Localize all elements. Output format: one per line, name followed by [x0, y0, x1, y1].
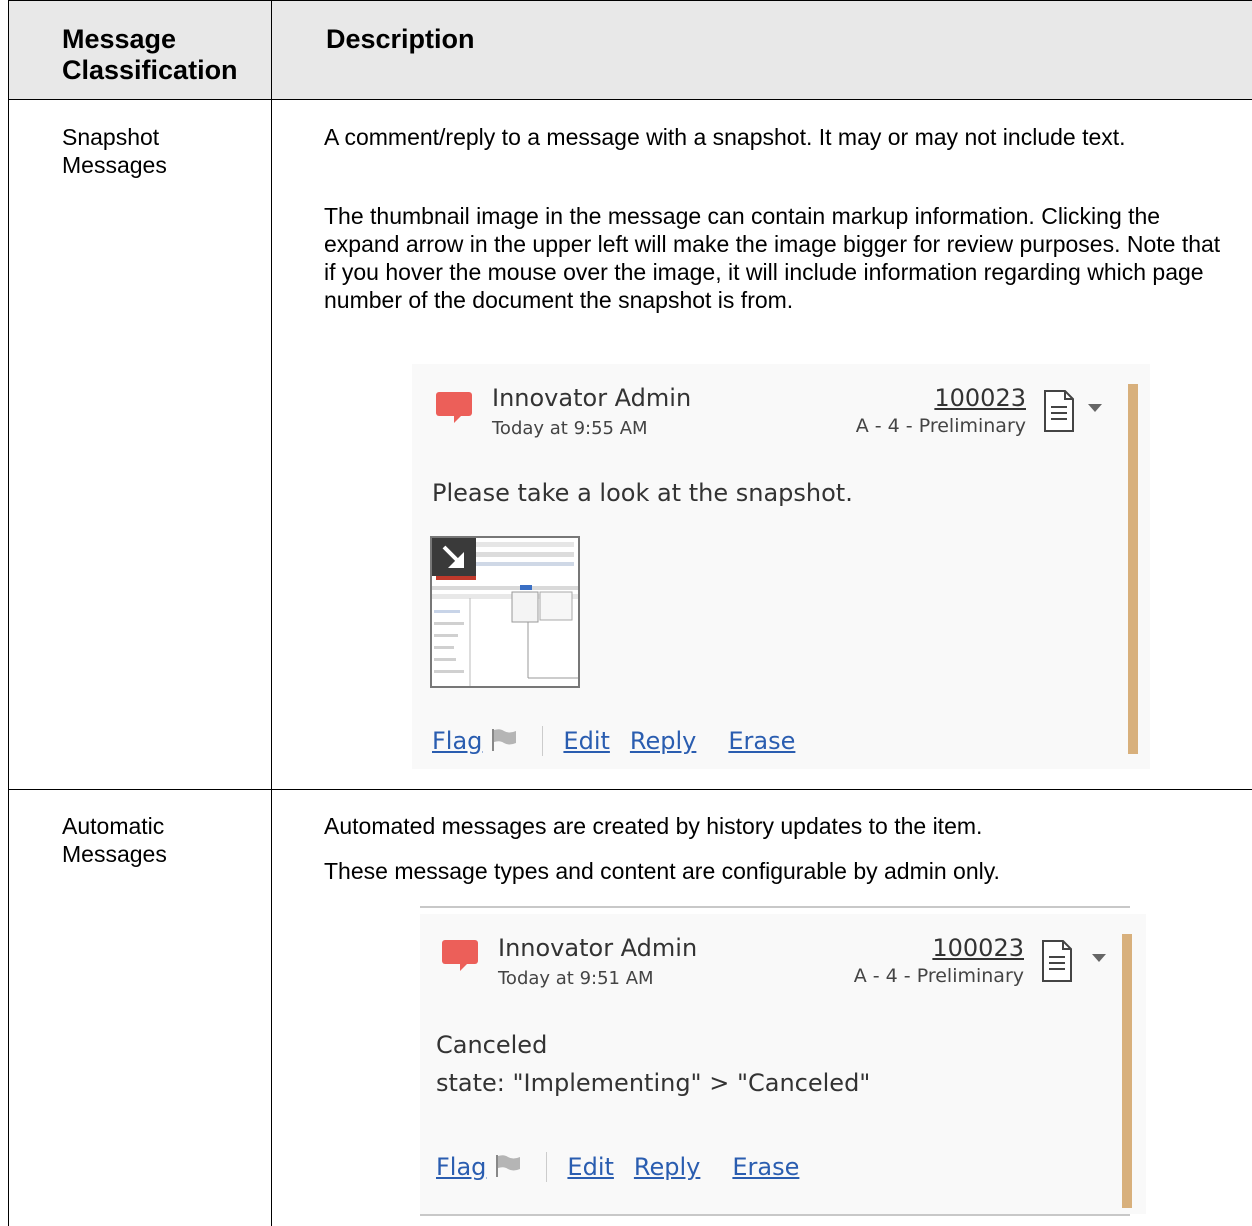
dropdown-arrow-icon[interactable] [1092, 954, 1106, 962]
document-icon[interactable] [1042, 389, 1076, 433]
edit-link[interactable]: Edit [567, 1153, 613, 1181]
erase-link[interactable]: Erase [728, 727, 795, 755]
item-revision: A - 4 - Preliminary [855, 415, 1026, 437]
table-border-top [8, 0, 1252, 1]
automatic-message-card: Innovator Admin Today at 9:51 AM 100023 … [420, 914, 1146, 1214]
message-actions: Flag Edit Reply Erase [432, 726, 795, 756]
message-body: Please take a look at the snapshot. [432, 479, 853, 507]
item-number-link[interactable]: 100023 [934, 384, 1026, 412]
row-label-snapshot-messages: Snapshot Messages [62, 124, 167, 178]
item-revision: A - 4 - Preliminary [853, 965, 1024, 987]
message-body-line-1: Canceled [436, 1031, 548, 1059]
actions-separator [546, 1152, 548, 1182]
actions-separator [542, 726, 544, 756]
message-timestamp: Today at 9:51 AM [498, 968, 654, 989]
table-border-left [8, 0, 9, 1226]
flag-link[interactable]: Flag [432, 727, 482, 755]
column-divider [271, 0, 272, 1226]
flag-icon[interactable] [490, 729, 518, 751]
reply-link[interactable]: Reply [630, 727, 696, 755]
comment-bubble-icon [436, 392, 472, 423]
header-description: Description [326, 24, 475, 54]
comment-bubble-icon [442, 940, 478, 971]
snapshot-thumbnail[interactable] [430, 536, 580, 688]
item-number-link[interactable]: 100023 [932, 934, 1024, 962]
expand-arrow-icon[interactable] [432, 538, 476, 576]
accent-bar [1128, 384, 1138, 754]
message-actions: Flag Edit Reply Erase [436, 1152, 799, 1182]
dropdown-arrow-icon[interactable] [1088, 404, 1102, 412]
flag-link[interactable]: Flag [436, 1153, 486, 1181]
document-icon[interactable] [1040, 939, 1074, 983]
snapshot-description-1: A comment/reply to a message with a snap… [324, 124, 1126, 150]
snapshot-description-2: The thumbnail image in the message can c… [324, 203, 1221, 313]
accent-bar [1122, 934, 1132, 1208]
row-divider [8, 789, 1252, 790]
automatic-description-2: These message types and content are conf… [324, 858, 1000, 884]
automatic-description-1: Automated messages are created by histor… [324, 813, 983, 839]
message-author: Innovator Admin [498, 934, 698, 962]
header-row-divider [8, 99, 1252, 100]
message-timestamp: Today at 9:55 AM [492, 418, 648, 439]
header-message-classification: Message Classification [62, 24, 238, 85]
reply-link[interactable]: Reply [634, 1153, 700, 1181]
row-label-automatic-messages: Automatic Messages [62, 813, 167, 867]
flag-icon[interactable] [494, 1155, 522, 1177]
edit-link[interactable]: Edit [563, 727, 609, 755]
message-author: Innovator Admin [492, 384, 692, 412]
snapshot-message-card: Innovator Admin Today at 9:55 AM 100023 … [412, 364, 1150, 769]
card-bottom-divider [420, 1214, 1130, 1216]
erase-link[interactable]: Erase [732, 1153, 799, 1181]
card-top-divider [420, 906, 1130, 908]
message-body-line-2: state: "Implementing" > "Canceled" [436, 1069, 871, 1097]
